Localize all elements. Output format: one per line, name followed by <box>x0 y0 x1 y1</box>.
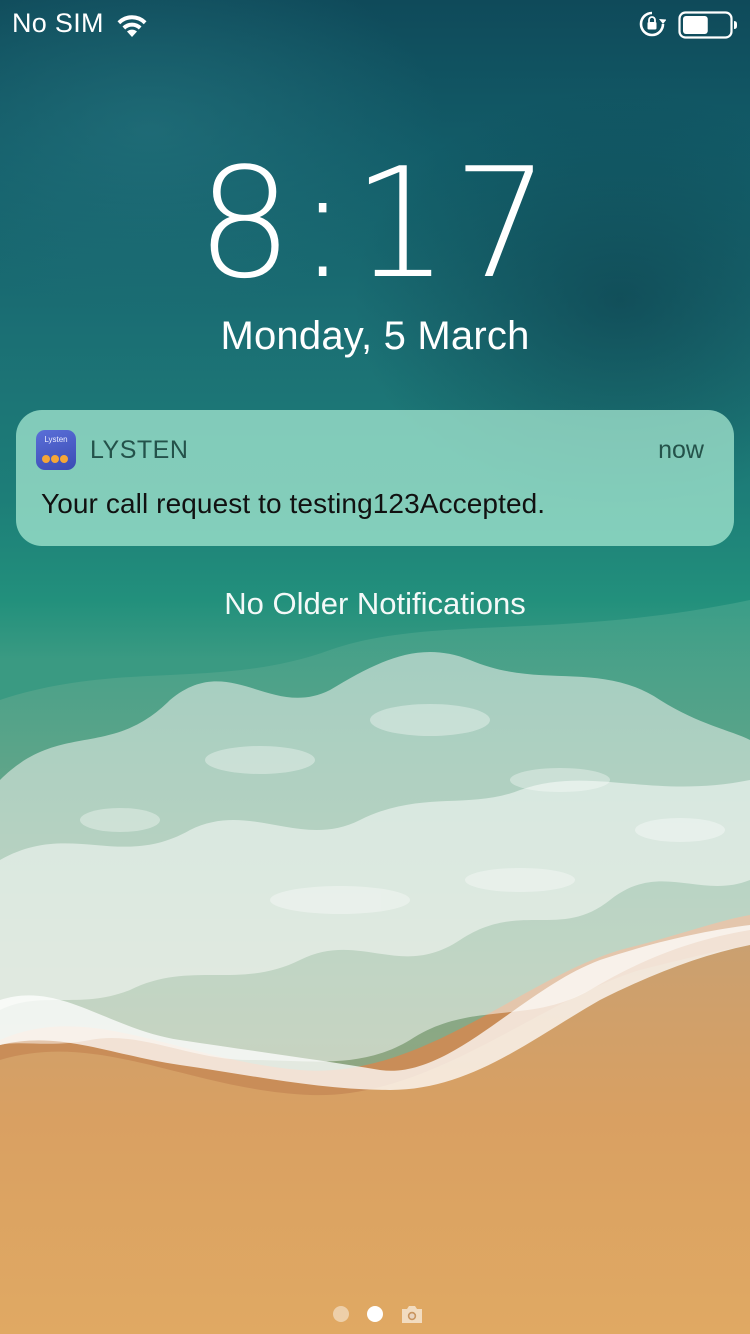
carrier-label: No SIM <box>12 8 104 38</box>
status-bar: No SIM <box>0 0 750 48</box>
no-older-notifications-label: No Older Notifications <box>224 586 526 621</box>
orientation-lock-icon <box>639 11 666 37</box>
lock-screen-date: Monday, 5 March <box>220 314 530 358</box>
camera-icon[interactable] <box>400 1304 424 1324</box>
lock-screen-clock: 8:17 <box>196 135 554 312</box>
notification-time: now <box>658 436 704 464</box>
notification-card[interactable]: Lysten LYSTEN now Your call request to t… <box>16 410 734 546</box>
app-icon-word: Lysten <box>44 435 68 444</box>
app-icon-dots <box>42 450 72 463</box>
notification-message: Your call request to testing123Accepted. <box>41 488 546 519</box>
battery-icon <box>678 11 737 39</box>
lysten-app-icon: Lysten <box>36 430 76 470</box>
page-dot-1[interactable] <box>333 1306 349 1322</box>
page-indicator[interactable] <box>0 1300 750 1328</box>
page-dot-2[interactable] <box>367 1306 383 1322</box>
notification-app-name: LYSTEN <box>90 436 189 464</box>
wifi-icon <box>117 15 147 37</box>
